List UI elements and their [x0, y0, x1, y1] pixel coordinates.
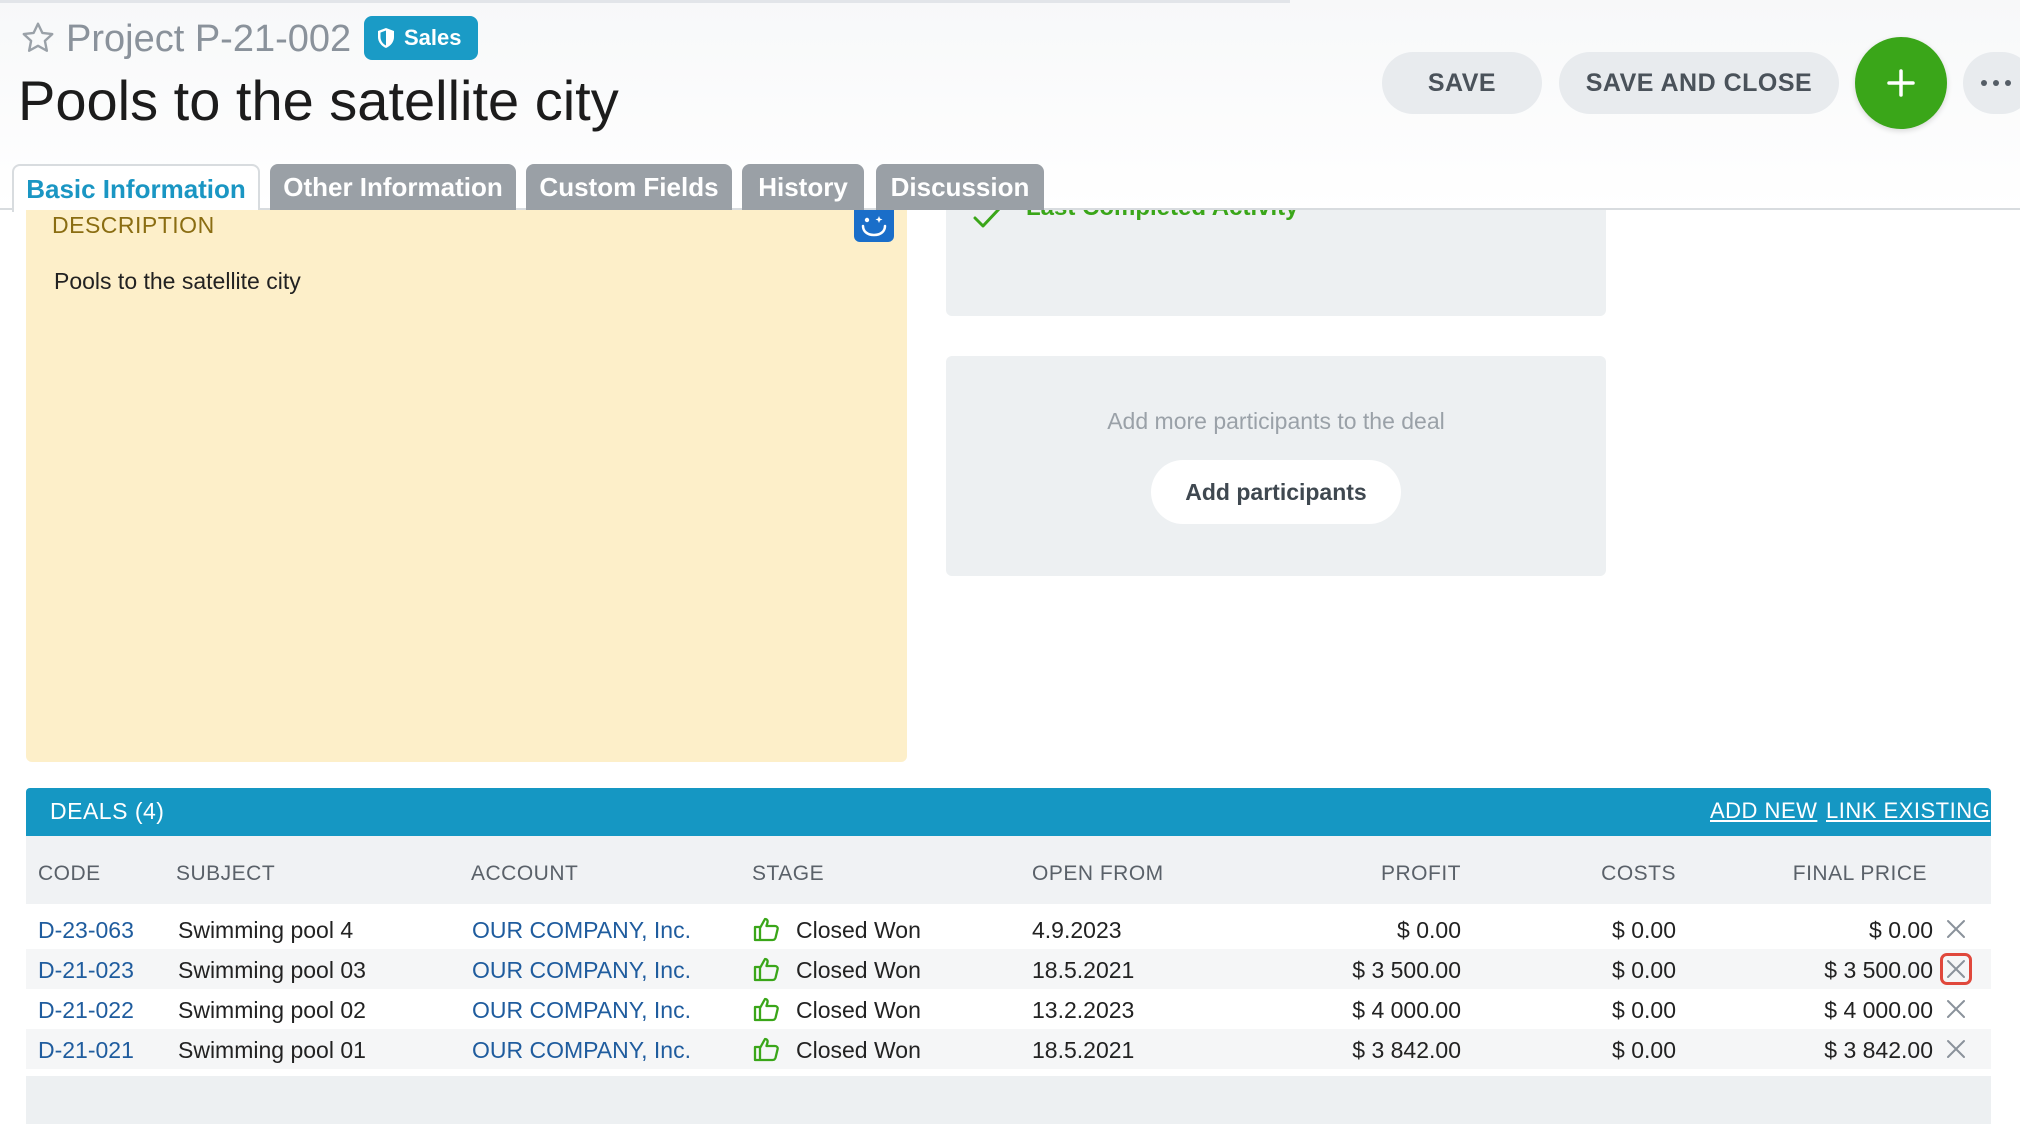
column-header-account[interactable]: ACCOUNT [471, 862, 578, 886]
close-icon [1947, 1000, 1965, 1018]
column-header-costs[interactable]: COSTS [1601, 862, 1676, 886]
more-dots-icon [1981, 80, 1987, 86]
remove-deal-button[interactable] [1940, 993, 1972, 1025]
participants-panel: Add more participants to the deal Add pa… [946, 356, 1606, 576]
deals-table-header: CODE SUBJECT ACCOUNT STAGE OPEN FROM PRO… [26, 836, 1991, 904]
shield-icon [378, 28, 394, 48]
link-existing-deal-link[interactable]: LINK EXISTING [1826, 798, 1990, 824]
deal-account-link[interactable]: OUR COMPANY, Inc. [472, 917, 691, 944]
ai-assistant-button[interactable] [854, 210, 894, 242]
project-code: Project P-21-002 [66, 18, 352, 60]
description-text[interactable]: Pools to the satellite city [54, 268, 301, 295]
deal-costs: $ 0.00 [1612, 997, 1676, 1023]
deal-code-link[interactable]: D-23-063 [38, 917, 134, 944]
thumbs-up-icon [753, 957, 779, 982]
deal-code-link[interactable]: D-21-021 [38, 1037, 134, 1064]
deal-code-link[interactable]: D-21-022 [38, 997, 134, 1024]
star-icon[interactable] [20, 20, 56, 56]
deal-profit: $ 0.00 [1397, 917, 1461, 943]
page-title: Pools to the satellite city [18, 69, 619, 132]
deal-final-price: $ 0.00 [1869, 917, 1933, 943]
deal-open-from: 13.2.2023 [1032, 997, 1135, 1023]
deal-open-from: 18.5.2021 [1032, 1037, 1135, 1063]
close-icon [1947, 1040, 1965, 1058]
check-icon [973, 210, 1001, 228]
close-icon [1947, 960, 1965, 978]
thumbs-up-icon [753, 917, 779, 942]
participants-prompt: Add more participants to the deal [1107, 408, 1445, 434]
add-button[interactable] [1855, 37, 1947, 129]
table-row[interactable]: D-21-021 Swimming pool 01 OUR COMPANY, I… [26, 1029, 1991, 1069]
deal-costs: $ 0.00 [1612, 1037, 1676, 1063]
deal-open-from: 18.5.2021 [1032, 957, 1135, 983]
description-card: DESCRIPTION Pools to the satellite city [26, 210, 907, 762]
tab-custom-fields[interactable]: Custom Fields [526, 164, 732, 210]
deal-stage: Closed Won [796, 917, 921, 943]
deal-code-link[interactable]: D-21-023 [38, 957, 134, 984]
deal-stage: Closed Won [796, 1037, 921, 1063]
badge-label: Sales [404, 25, 462, 50]
description-label: DESCRIPTION [52, 212, 215, 238]
more-options-button[interactable] [1963, 52, 2020, 114]
deal-account-link[interactable]: OUR COMPANY, Inc. [472, 1037, 691, 1064]
column-header-stage[interactable]: STAGE [752, 862, 824, 886]
deal-profit: $ 3 500.00 [1352, 957, 1461, 983]
tab-history[interactable]: History [742, 164, 864, 210]
sales-badge[interactable]: Sales [364, 16, 478, 60]
last-activity-label[interactable]: Last Completed Activity [1026, 210, 1299, 222]
deals-header-bar: DEALS (4) ADD NEW LINK EXISTING [26, 788, 1991, 836]
tab-discussion[interactable]: Discussion [876, 164, 1044, 210]
deal-profit: $ 3 842.00 [1352, 1037, 1461, 1063]
deal-final-price: $ 3 500.00 [1824, 957, 1933, 983]
tab-other-information[interactable]: Other Information [270, 164, 516, 210]
table-row[interactable]: D-23-063 Swimming pool 4 OUR COMPANY, In… [26, 909, 1991, 949]
deal-open-from: 4.9.2023 [1032, 917, 1122, 943]
deal-costs: $ 0.00 [1612, 917, 1676, 943]
remove-deal-button[interactable] [1940, 953, 1972, 985]
deal-stage: Closed Won [796, 957, 921, 983]
deal-subject: Swimming pool 02 [178, 997, 366, 1023]
column-header-profit[interactable]: PROFIT [1381, 862, 1461, 886]
deal-account-link[interactable]: OUR COMPANY, Inc. [472, 997, 691, 1024]
add-new-deal-link[interactable]: ADD NEW [1710, 798, 1817, 824]
deal-subject: Swimming pool 03 [178, 957, 366, 983]
column-header-open-from[interactable]: OPEN FROM [1032, 862, 1164, 886]
deal-final-price: $ 4 000.00 [1824, 997, 1933, 1023]
save-and-close-button[interactable]: SAVE AND CLOSE [1559, 52, 1839, 114]
table-row[interactable]: D-21-022 Swimming pool 02 OUR COMPANY, I… [26, 989, 1991, 1029]
close-icon [1947, 920, 1965, 938]
last-activity-panel: Last Completed Activity [946, 210, 1606, 316]
deals-title: DEALS (4) [50, 798, 165, 824]
top-progress-line [0, 0, 1290, 3]
thumbs-up-icon [753, 997, 779, 1022]
deal-final-price: $ 3 842.00 [1824, 1037, 1933, 1063]
thumbs-up-icon [753, 1037, 779, 1062]
tab-basic-information[interactable]: Basic Information [12, 164, 260, 212]
column-header-final-price[interactable]: FINAL PRICE [1793, 862, 1927, 886]
add-participants-button[interactable]: Add participants [1151, 460, 1401, 524]
table-footer [26, 1076, 1991, 1124]
assistant-icon [861, 216, 887, 237]
save-button[interactable]: SAVE [1382, 52, 1542, 114]
table-row[interactable]: D-21-023 Swimming pool 03 OUR COMPANY, I… [26, 949, 1991, 989]
deal-profit: $ 4 000.00 [1352, 997, 1461, 1023]
deal-subject: Swimming pool 4 [178, 917, 354, 943]
column-header-code[interactable]: CODE [38, 862, 101, 886]
deal-account-link[interactable]: OUR COMPANY, Inc. [472, 957, 691, 984]
remove-deal-button[interactable] [1940, 913, 1972, 945]
deal-subject: Swimming pool 01 [178, 1037, 366, 1063]
column-header-subject[interactable]: SUBJECT [176, 862, 275, 886]
deal-costs: $ 0.00 [1612, 957, 1676, 983]
deal-stage: Closed Won [796, 997, 921, 1023]
plus-icon [1887, 69, 1915, 97]
remove-deal-button[interactable] [1940, 1033, 1972, 1065]
